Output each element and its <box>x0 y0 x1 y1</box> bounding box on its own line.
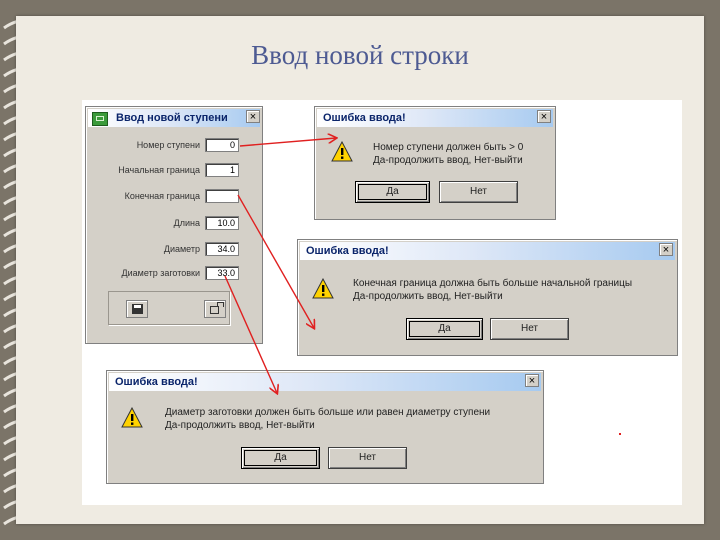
yes-button[interactable]: Да <box>241 447 320 469</box>
error-dialog-end-boundary: Ошибка ввода! × Конечная граница должна … <box>297 239 678 356</box>
start-boundary-label: Начальная граница <box>118 165 200 175</box>
step-number-field[interactable]: 0 <box>205 138 239 152</box>
app-icon <box>92 112 108 126</box>
yes-button[interactable]: Да <box>406 318 483 340</box>
error-message-line2: Да-продолжить ввод, Нет-выйти <box>353 291 503 302</box>
start-boundary-field[interactable]: 1 <box>205 163 239 177</box>
error-close-button[interactable]: × <box>525 374 539 387</box>
blank-diameter-label: Диаметр заготовки <box>121 268 200 278</box>
warning-icon <box>331 141 353 162</box>
end-boundary-label: Конечная граница <box>124 191 200 201</box>
no-button[interactable]: Нет <box>439 181 518 203</box>
error-message-line1: Номер ступени должен быть > 0 <box>373 142 524 153</box>
no-button[interactable]: Нет <box>328 447 407 469</box>
error-close-button[interactable]: × <box>537 110 551 123</box>
length-label: Длина <box>173 218 200 228</box>
diameter-label: Диаметр <box>163 244 200 254</box>
error-dialog-blank-diameter: Ошибка ввода! × Диаметр заготовки должен… <box>106 370 544 484</box>
error-titlebar: Ошибка ввода! <box>109 373 541 391</box>
error-message-line2: Да-продолжить ввод, Нет-выйти <box>373 155 523 166</box>
error-message-line1: Конечная граница должна быть больше нача… <box>353 278 633 289</box>
blank-diameter-field[interactable]: 33.0 <box>205 266 239 280</box>
yes-button[interactable]: Да <box>355 181 430 203</box>
error-close-button[interactable]: × <box>659 243 673 256</box>
new-step-form: Ввод новой ступени × Номер ступени 0 Нач… <box>85 106 263 344</box>
step-number-label: Номер ступени <box>136 140 200 150</box>
save-icon <box>132 304 143 314</box>
error-dialog-step-number: Ошибка ввода! × Номер ступени должен быт… <box>314 106 556 220</box>
end-boundary-field[interactable] <box>205 189 239 203</box>
warning-icon <box>121 407 143 428</box>
error-titlebar: Ошибка ввода! <box>317 109 553 127</box>
length-field[interactable]: 10.0 <box>205 216 239 230</box>
error-message-line2: Да-продолжить ввод, Нет-выйти <box>165 420 315 431</box>
form-toolbar <box>108 291 230 325</box>
error-titlebar: Ошибка ввода! <box>300 242 675 260</box>
form-close-button[interactable]: × <box>246 110 260 123</box>
save-button[interactable] <box>126 300 148 318</box>
exit-icon <box>210 302 224 314</box>
form-title: Ввод новой ступени <box>116 112 228 124</box>
red-dot <box>619 433 621 435</box>
error-message-line1: Диаметр заготовки должен быть больше или… <box>165 407 491 418</box>
diameter-field[interactable]: 34.0 <box>205 242 239 256</box>
warning-icon <box>312 278 334 299</box>
form-titlebar: Ввод новой ступени <box>88 109 260 127</box>
exit-button[interactable] <box>204 300 226 318</box>
no-button[interactable]: Нет <box>490 318 569 340</box>
slide-title: Ввод новой строки <box>251 40 469 70</box>
